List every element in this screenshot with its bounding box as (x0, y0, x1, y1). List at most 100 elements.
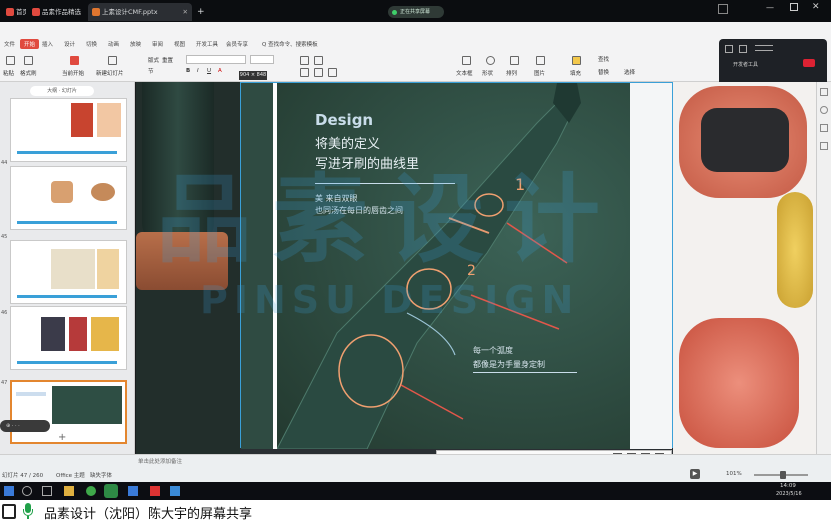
tab-current-presentation[interactable]: 上素设计CMF.pptx ✕ (88, 3, 192, 21)
font-size-select[interactable] (250, 55, 274, 64)
tab-portfolio[interactable]: 品素作品精选 (28, 3, 86, 21)
image-white-margin (630, 83, 672, 449)
font-color-button[interactable]: A (218, 68, 222, 74)
property-icon[interactable] (820, 88, 828, 96)
slide-thumbnail-panel[interactable]: 大纲 · 幻灯片 44 45 46 47 ⊕ · · · + (0, 82, 135, 454)
maximize-button[interactable] (790, 3, 798, 11)
menu-item[interactable]: 开始 (20, 39, 40, 49)
menu-item[interactable]: 文件 (4, 40, 15, 48)
arrange-button[interactable]: 排列 (506, 69, 517, 77)
collapse-panel-button[interactable]: ⊕ · · · (0, 420, 50, 432)
slide-editing-canvas[interactable]: Design 将美的定义 写进牙刷的曲线里 美 来自双眼 也同汤在每日的唇齿之间… (136, 71, 816, 464)
sharing-indicator[interactable]: 正在共享屏幕 (388, 6, 444, 18)
format-brush-button[interactable]: 格式刷 (20, 69, 37, 77)
search-icon[interactable] (22, 486, 32, 496)
notes-placeholder[interactable]: 单击此处添加备注 (138, 457, 810, 466)
slide-thumbnail-selected[interactable] (10, 380, 127, 444)
fill-icon[interactable] (572, 56, 581, 65)
textbox-icon[interactable] (462, 56, 471, 65)
slide-thumbnail[interactable] (10, 306, 127, 370)
menu-item[interactable]: 动画 (108, 40, 119, 48)
fill-button[interactable]: 填充 (570, 69, 581, 77)
missing-font-indicator[interactable]: 缺失字体 (90, 471, 112, 479)
align-center-icon[interactable] (314, 68, 323, 77)
share-title: 品素设计（沈阳）陈大宇的屏幕共享 (44, 507, 253, 522)
share-panel-label: 开发者工具 (733, 62, 759, 68)
replace-button[interactable]: 替换 (598, 68, 609, 76)
minimize-button[interactable]: — (766, 3, 774, 12)
browser-icon[interactable] (86, 486, 96, 496)
menu-item[interactable]: 审阅 (152, 40, 163, 48)
format-brush-icon[interactable] (24, 56, 33, 65)
paste-icon[interactable] (6, 56, 15, 65)
right-product-image (673, 82, 816, 454)
zoom-slider[interactable] (754, 471, 808, 479)
close-tab-icon[interactable]: ✕ (183, 3, 188, 21)
arrange-icon[interactable] (510, 56, 519, 65)
numbering-icon[interactable] (314, 56, 323, 65)
menu-item[interactable]: Q 查找命令、搜索模板 (262, 40, 318, 48)
slide-thumbnail[interactable] (10, 98, 127, 162)
select-button[interactable]: 选择 (624, 68, 635, 76)
task-view-icon[interactable] (42, 486, 52, 496)
paste-button[interactable]: 粘贴 (3, 69, 14, 77)
thumb-image (97, 103, 121, 137)
menu-item[interactable]: 视图 (174, 40, 185, 48)
new-tab-button[interactable]: + (194, 3, 208, 21)
textbox-button[interactable]: 文本框 (456, 69, 473, 77)
window-layout-icon[interactable] (718, 4, 728, 14)
from-current-button[interactable]: 当前开始 (62, 69, 84, 77)
slide-thumbnail[interactable] (10, 166, 127, 230)
outline-slides-toggle[interactable]: 大纲 · 幻灯片 (30, 86, 94, 96)
add-slide-button[interactable]: + (58, 432, 66, 443)
share-screen-icon[interactable] (739, 45, 747, 53)
slide-thumbnail[interactable] (10, 240, 127, 304)
animation-icon[interactable] (820, 106, 828, 114)
slide-number: 47 (1, 380, 8, 386)
close-window-button[interactable]: ✕ (812, 2, 820, 12)
menu-item[interactable]: 设计 (64, 40, 75, 48)
wps-icon[interactable] (150, 486, 160, 496)
start-icon[interactable] (4, 486, 14, 496)
design-icon[interactable] (820, 124, 828, 132)
menu-icon[interactable] (755, 45, 773, 51)
meeting-icon[interactable] (170, 486, 180, 496)
picture-button[interactable]: 图片 (534, 69, 545, 77)
tab-home[interactable]: 首页 (2, 3, 26, 21)
shape-icon[interactable] (486, 56, 495, 65)
align-right-icon[interactable] (328, 68, 337, 77)
app-icon[interactable] (128, 486, 138, 496)
layout-button[interactable]: 版式 (148, 56, 159, 64)
slide-number: 45 (1, 234, 8, 240)
section-button[interactable]: 节 (148, 67, 154, 75)
stop-share-button[interactable] (803, 59, 815, 67)
microphone-icon[interactable] (22, 503, 34, 520)
menu-item[interactable]: 切换 (86, 40, 97, 48)
thumb-image (97, 249, 119, 289)
file-explorer-icon[interactable] (64, 486, 74, 496)
underline-button[interactable]: U (207, 68, 211, 74)
new-slide-button[interactable]: 新建幻灯片 (96, 69, 124, 77)
new-slide-icon[interactable] (108, 56, 117, 65)
reset-button[interactable]: 重置 (162, 56, 173, 64)
align-left-icon[interactable] (300, 68, 309, 77)
italic-button[interactable]: I (197, 68, 199, 74)
wechat-icon[interactable] (104, 484, 118, 498)
screen-icon[interactable] (2, 504, 16, 519)
menu-item[interactable]: 开发工具 (196, 40, 218, 48)
menu-item[interactable]: 会员专享 (226, 40, 248, 48)
bold-button[interactable]: B (186, 68, 190, 74)
shape-button[interactable]: 形状 (482, 69, 493, 77)
play-from-current-icon[interactable] (70, 56, 79, 65)
menu-item[interactable]: 插入 (42, 40, 53, 48)
play-slideshow-button[interactable]: ▶ (690, 469, 700, 479)
zoom-slider-thumb[interactable] (780, 471, 786, 479)
menu-item[interactable]: 放映 (130, 40, 141, 48)
tools-icon[interactable] (820, 142, 828, 150)
bullets-icon[interactable] (300, 56, 309, 65)
thumb-image (51, 249, 95, 289)
find-button[interactable]: 查找 (598, 55, 609, 63)
picture-icon[interactable] (536, 56, 545, 65)
share-window-icon[interactable] (725, 45, 733, 53)
font-family-select[interactable] (186, 55, 246, 64)
